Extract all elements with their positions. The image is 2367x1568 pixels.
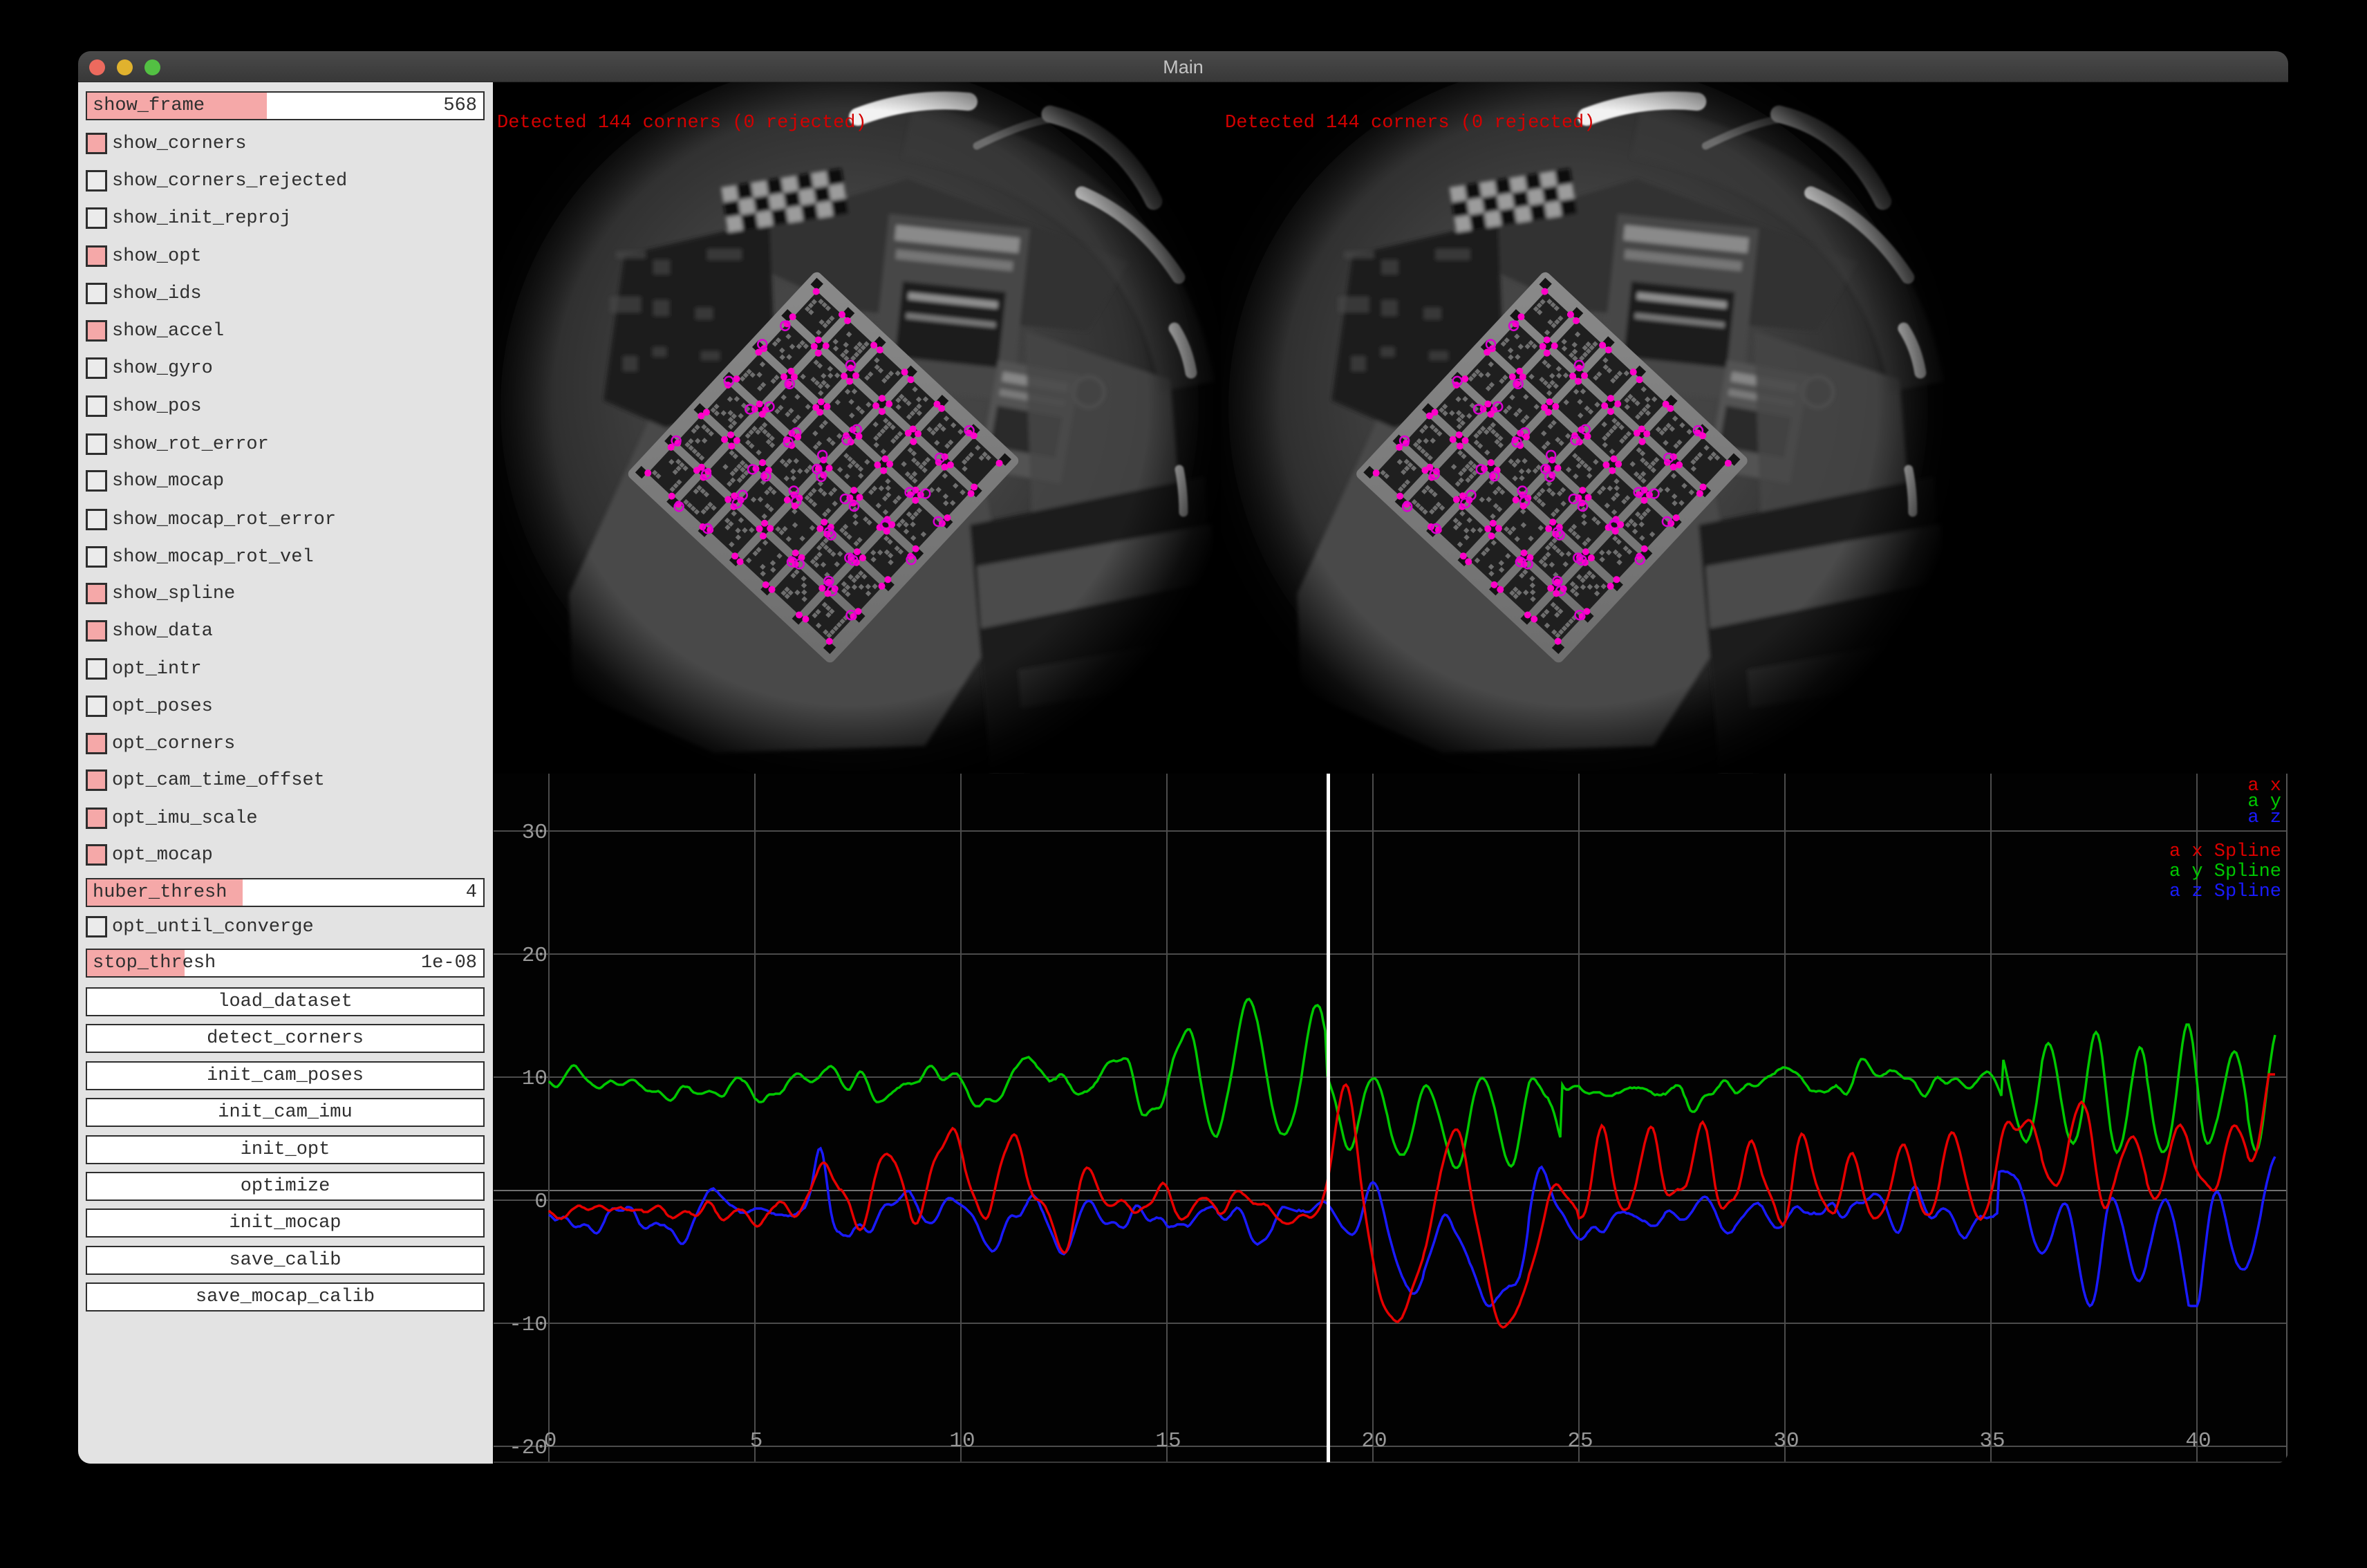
svg-text:a z Spline: a z Spline	[2169, 881, 2281, 902]
svg-text:35: 35	[1979, 1429, 2005, 1453]
svg-text:a x Spline: a x Spline	[2169, 841, 2281, 862]
svg-text:5: 5	[750, 1429, 763, 1453]
svg-text:0: 0	[534, 1190, 548, 1214]
svg-text:15: 15	[1155, 1429, 1181, 1453]
svg-text:Detected 144 corners (0 reject: Detected 144 corners (0 rejected)	[497, 113, 867, 133]
svg-text:a z: a z	[2247, 808, 2281, 828]
svg-text:20: 20	[522, 944, 548, 968]
svg-text:25: 25	[1567, 1429, 1593, 1453]
svg-text:0: 0	[544, 1429, 557, 1453]
svg-text:-20: -20	[509, 1436, 548, 1460]
svg-text:30: 30	[522, 821, 548, 845]
svg-text:10: 10	[522, 1067, 548, 1091]
svg-text:40: 40	[2185, 1429, 2211, 1453]
svg-text:a y Spline: a y Spline	[2169, 861, 2281, 882]
svg-text:30: 30	[1773, 1429, 1799, 1453]
svg-text:-10: -10	[509, 1313, 548, 1337]
svg-text:10: 10	[949, 1429, 975, 1453]
svg-text:20: 20	[1361, 1429, 1387, 1453]
svg-text:Detected 144 corners (0 reject: Detected 144 corners (0 rejected)	[1225, 113, 1596, 133]
